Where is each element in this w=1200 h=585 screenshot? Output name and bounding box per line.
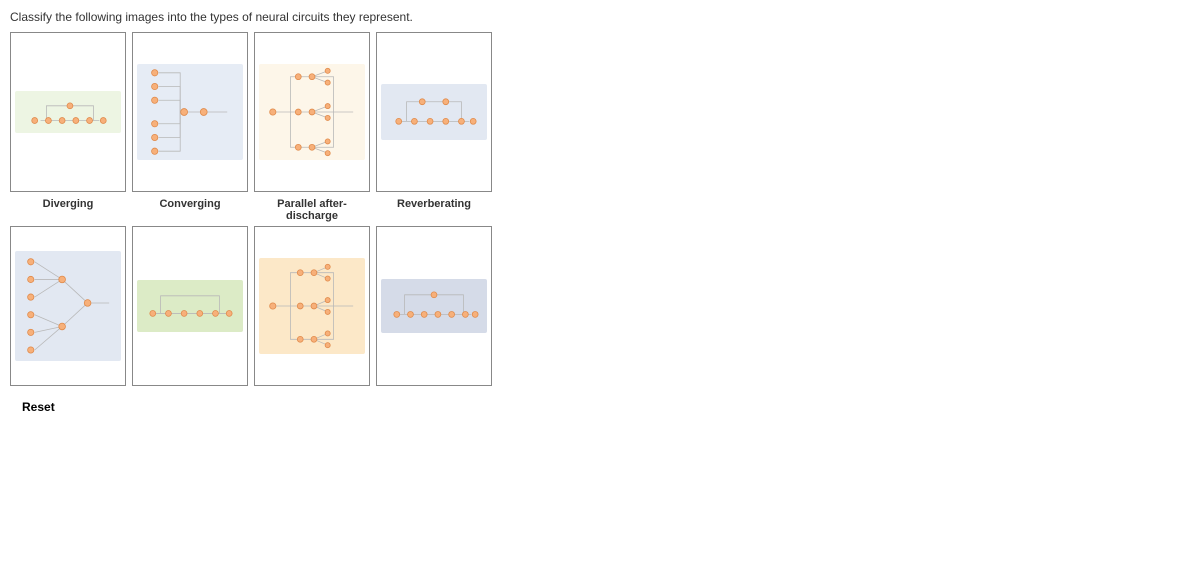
circuit-thumbnail-reverberating[interactable]	[381, 279, 487, 332]
source-slot[interactable]	[254, 32, 370, 192]
source-slot[interactable]	[10, 32, 126, 192]
reverberating-icon	[385, 90, 483, 133]
target-slot-reverberating[interactable]	[376, 226, 492, 386]
target-slot-diverging[interactable]	[10, 226, 126, 386]
category-label-converging: Converging	[132, 196, 248, 224]
target-slot-parallel[interactable]	[254, 226, 370, 386]
circuit-thumbnail-reverberating[interactable]	[137, 280, 243, 331]
target-slot-converging[interactable]	[132, 226, 248, 386]
category-label-reverberating: Reverberating	[376, 196, 492, 224]
circuit-thumbnail-converging[interactable]	[137, 64, 243, 160]
converging-icon	[141, 63, 239, 161]
parallel-icon	[263, 63, 361, 161]
category-label-parallel: Parallel after-discharge	[254, 196, 370, 224]
reverberating-icon	[141, 286, 239, 325]
category-label-diverging: Diverging	[10, 196, 126, 224]
category-labels-row: Diverging Converging Parallel after-disc…	[10, 196, 1190, 224]
parallel-icon	[263, 257, 361, 355]
circuit-thumbnail-reverberating[interactable]	[15, 91, 121, 132]
reset-button[interactable]: Reset	[22, 400, 55, 414]
converging-icon	[19, 252, 117, 360]
source-row	[10, 32, 1190, 192]
target-row	[10, 226, 1190, 386]
circuit-thumbnail-parallel[interactable]	[259, 258, 365, 354]
source-slot[interactable]	[376, 32, 492, 192]
circuit-thumbnail-converging[interactable]	[15, 251, 121, 361]
reverberating-icon	[385, 285, 483, 326]
reverberating-icon	[19, 97, 117, 126]
circuit-thumbnail-reverberating[interactable]	[381, 84, 487, 139]
question-prompt: Classify the following images into the t…	[10, 10, 1190, 24]
source-slot[interactable]	[132, 32, 248, 192]
circuit-thumbnail-parallel[interactable]	[259, 64, 365, 160]
